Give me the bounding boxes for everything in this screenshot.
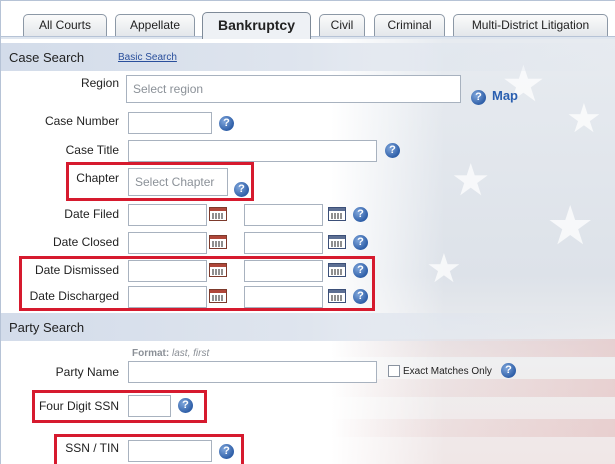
help-icon[interactable]: ? <box>178 398 193 413</box>
help-icon[interactable]: ? <box>353 289 368 304</box>
four-digit-ssn-input[interactable] <box>128 395 171 417</box>
date-dismissed-to-input[interactable] <box>244 260 323 282</box>
chapter-label-wrap: Chapter <box>1 171 119 187</box>
date-discharged-to-input[interactable] <box>244 286 323 308</box>
date-filed-to-input[interactable] <box>244 204 323 226</box>
exact-matches-label: Exact Matches Only <box>403 366 492 377</box>
calendar-icon[interactable] <box>328 263 346 277</box>
four-digit-ssn-label-wrap: Four Digit SSN <box>1 399 119 415</box>
tab-multi-district-litigation[interactable]: Multi-District Litigation <box>453 14 608 37</box>
calendar-icon[interactable] <box>328 289 346 303</box>
region-select[interactable] <box>126 75 461 103</box>
case-number-input[interactable] <box>128 112 212 134</box>
case-number-label: Case Number <box>44 114 119 128</box>
region-label: Region <box>80 76 119 90</box>
case-search-header: Case Search Basic Search <box>1 43 615 71</box>
calendar-icon[interactable] <box>328 207 346 221</box>
case-search-title: Case Search <box>9 50 85 65</box>
court-type-tabs: All Courts Appellate Bankruptcy Civil Cr… <box>1 1 615 39</box>
tab-bankruptcy[interactable]: Bankruptcy <box>202 12 311 39</box>
chapter-label: Chapter <box>76 171 119 185</box>
date-discharged-label-wrap: Date Discharged <box>1 289 119 305</box>
help-icon[interactable]: ? <box>234 182 249 197</box>
case-title-input[interactable] <box>128 140 377 162</box>
date-closed-label-wrap: Date Closed <box>1 235 119 251</box>
format-value: last, first <box>172 348 210 359</box>
tab-criminal[interactable]: Criminal <box>374 14 445 37</box>
star-icon: ★ <box>546 196 595 256</box>
help-icon[interactable]: ? <box>353 263 368 278</box>
date-discharged-label: Date Discharged <box>29 289 119 303</box>
star-icon: ★ <box>451 156 491 205</box>
help-icon[interactable]: ? <box>385 143 400 158</box>
help-icon[interactable]: ? <box>471 90 486 105</box>
calendar-icon[interactable] <box>209 207 227 221</box>
date-dismissed-label-wrap: Date Dismissed <box>1 263 119 279</box>
tab-all-courts[interactable]: All Courts <box>23 14 107 37</box>
party-search-title: Party Search <box>9 320 85 335</box>
help-icon[interactable]: ? <box>353 235 368 250</box>
help-icon[interactable]: ? <box>501 363 516 378</box>
tab-appellate[interactable]: Appellate <box>115 14 195 37</box>
ssn-tin-label: SSN / TIN <box>65 441 119 455</box>
date-dismissed-label: Date Dismissed <box>34 263 119 277</box>
help-icon[interactable]: ? <box>219 116 234 131</box>
ssn-tin-input[interactable] <box>128 440 212 462</box>
calendar-icon[interactable] <box>209 235 227 249</box>
star-icon: ★ <box>426 247 462 291</box>
party-name-format-hint: Format: last, first <box>132 348 209 359</box>
map-link[interactable]: Map <box>492 88 518 103</box>
format-label: Format: <box>132 348 170 359</box>
case-title-label-wrap: Case Title <box>1 143 119 159</box>
date-closed-to-input[interactable] <box>244 232 323 254</box>
case-title-label: Case Title <box>65 143 119 157</box>
calendar-icon[interactable] <box>209 289 227 303</box>
party-name-label-wrap: Party Name <box>1 365 119 381</box>
calendar-icon[interactable] <box>328 235 346 249</box>
exact-matches-checkbox[interactable] <box>388 365 400 377</box>
star-icon: ★ <box>566 97 602 141</box>
tab-civil[interactable]: Civil <box>319 14 365 37</box>
basic-search-link[interactable]: Basic Search <box>118 52 177 63</box>
date-discharged-from-input[interactable] <box>128 286 207 308</box>
date-dismissed-from-input[interactable] <box>128 260 207 282</box>
date-closed-from-input[interactable] <box>128 232 207 254</box>
date-closed-label: Date Closed <box>52 235 119 249</box>
case-number-label-wrap: Case Number <box>1 114 119 130</box>
help-icon[interactable]: ? <box>219 444 234 459</box>
party-name-input[interactable] <box>128 361 377 383</box>
date-filed-label-wrap: Date Filed <box>1 207 119 223</box>
date-filed-from-input[interactable] <box>128 204 207 226</box>
pacer-search-form: ★ ★ ★ ★ ★ All Courts Appellate Bankruptc… <box>0 0 615 464</box>
help-icon[interactable]: ? <box>353 207 368 222</box>
ssn-tin-label-wrap: SSN / TIN <box>1 441 119 457</box>
four-digit-ssn-label: Four Digit SSN <box>38 399 119 413</box>
region-label-wrap: Region <box>1 76 119 92</box>
party-name-label: Party Name <box>55 365 119 379</box>
chapter-select[interactable] <box>128 168 228 196</box>
date-filed-label: Date Filed <box>64 207 119 221</box>
party-search-header: Party Search <box>1 313 615 341</box>
calendar-icon[interactable] <box>209 263 227 277</box>
